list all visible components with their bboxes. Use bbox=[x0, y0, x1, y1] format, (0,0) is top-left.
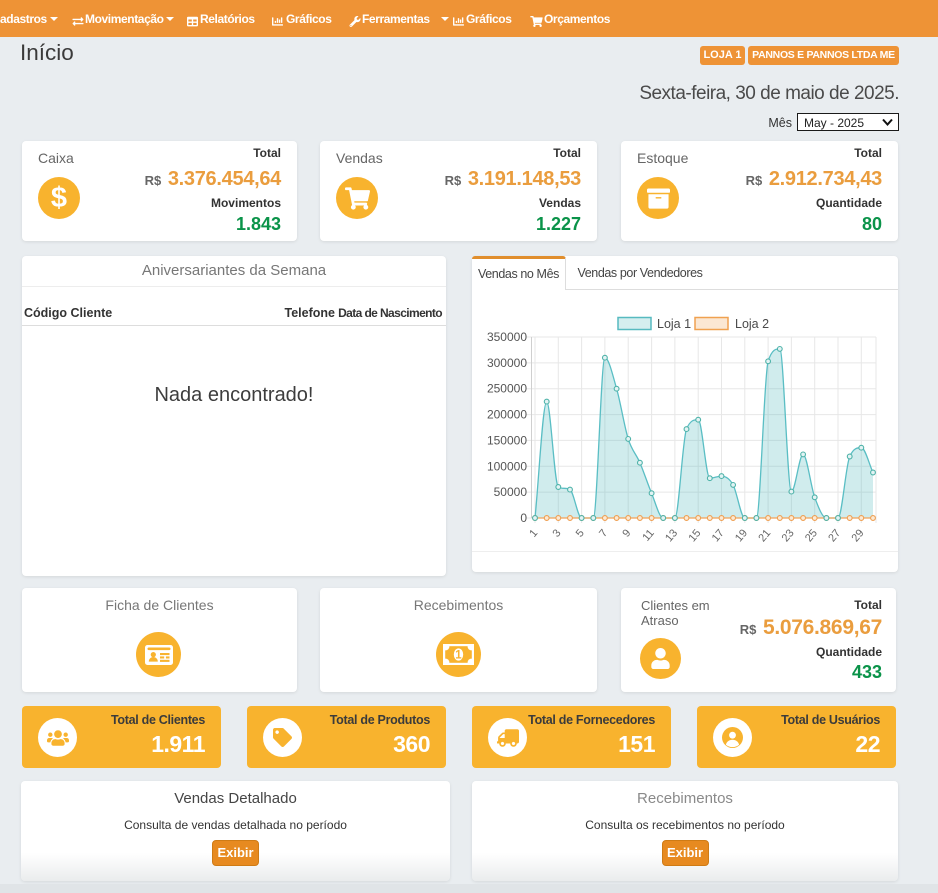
svg-text:19: 19 bbox=[733, 527, 750, 544]
svg-text:300000: 300000 bbox=[487, 356, 527, 370]
svg-text:11: 11 bbox=[640, 527, 657, 543]
svg-text:350000: 350000 bbox=[487, 330, 527, 344]
svg-text:5: 5 bbox=[574, 527, 587, 539]
svg-text:7: 7 bbox=[597, 527, 610, 539]
svg-text:25: 25 bbox=[803, 527, 820, 544]
svg-text:15: 15 bbox=[686, 527, 703, 544]
svg-text:200000: 200000 bbox=[487, 408, 527, 422]
svg-text:0: 0 bbox=[520, 511, 527, 525]
svg-text:1: 1 bbox=[527, 527, 540, 539]
svg-text:250000: 250000 bbox=[487, 382, 527, 396]
svg-text:Loja 2: Loja 2 bbox=[735, 317, 769, 331]
svg-text:13: 13 bbox=[663, 527, 680, 544]
svg-text:1: 1 bbox=[455, 650, 462, 662]
svg-text:150000: 150000 bbox=[487, 433, 527, 447]
svg-text:29: 29 bbox=[850, 527, 867, 544]
svg-text:Loja 1: Loja 1 bbox=[657, 317, 691, 331]
svg-text:23: 23 bbox=[780, 527, 797, 544]
svg-text:100000: 100000 bbox=[487, 459, 527, 473]
svg-text:3: 3 bbox=[550, 527, 563, 539]
svg-text:50000: 50000 bbox=[494, 485, 528, 499]
svg-text:9: 9 bbox=[620, 527, 633, 539]
svg-text:17: 17 bbox=[710, 527, 727, 544]
svg-text:27: 27 bbox=[826, 527, 843, 544]
svg-text:21: 21 bbox=[756, 527, 773, 544]
